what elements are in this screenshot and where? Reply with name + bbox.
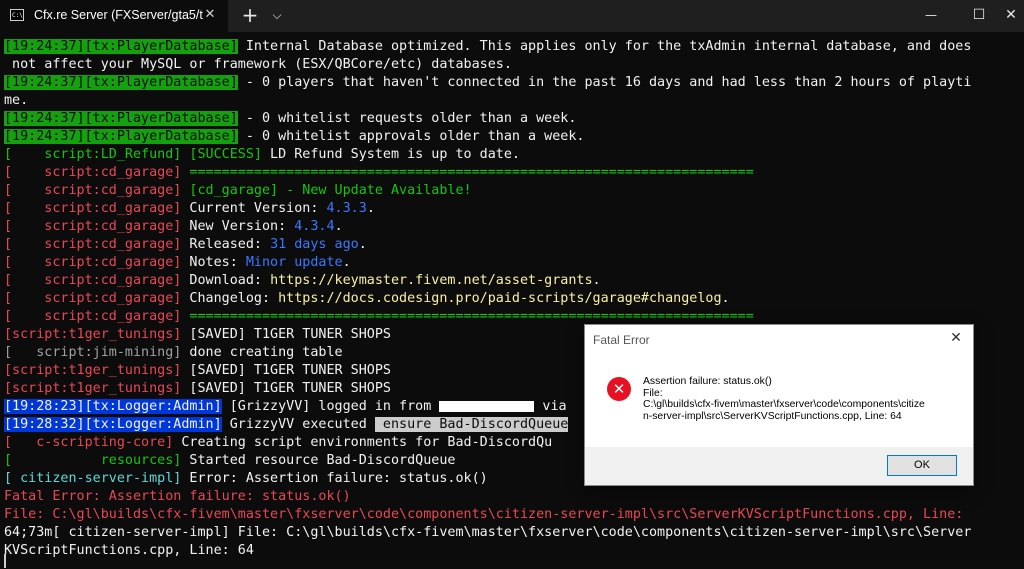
console-line: [ script:cd_garage] Changelog: https://d… [4, 291, 730, 306]
dialog-message-line: n-server-impl\src\ServerKVScriptFunction… [643, 410, 902, 422]
console-line: [ script:cd_garage] Notes: Minor update. [4, 255, 351, 270]
cmd-icon: C:\ [10, 9, 24, 21]
error-icon: ✕ [607, 377, 631, 401]
console-line: [19:28:32][tx:Logger:Admin] GrizzyVV exe… [4, 417, 569, 432]
dialog-message-line: File: [643, 387, 663, 399]
ok-button[interactable]: OK [887, 455, 957, 476]
console-line: [script:t1ger_tunings] [SAVED] T1GER TUN… [4, 381, 391, 396]
console-line: [script:t1ger_tunings] [SAVED] T1GER TUN… [4, 363, 391, 378]
console-line: not affect your MySQL or framework (ESX/… [4, 57, 512, 72]
terminal-tab[interactable]: C:\ Cfx.re Server (FXServer/gta5/t ✕ [0, 0, 228, 32]
console-line: [19:24:37][tx:PlayerDatabase] - 0 whitel… [4, 129, 585, 144]
minimize-button[interactable]: — [908, 0, 954, 32]
console-line: KVScriptFunctions.cpp, Line: 64 [4, 543, 254, 558]
console-line: [ script:jim-mining] done creating table [4, 345, 343, 360]
console-line: [ script:cd_garage] New Version: 4.3.4. [4, 219, 343, 234]
console-line: me. [4, 93, 29, 108]
console-line: [ script:cd_garage] Released: 31 days ag… [4, 237, 367, 252]
console-line: [19:24:37][tx:PlayerDatabase] Internal D… [4, 39, 972, 54]
title-bar: C:\ Cfx.re Server (FXServer/gta5/t ✕ + ⌵… [0, 0, 1024, 32]
console-line: [ script:cd_garage] [cd_garage] - New Up… [4, 183, 472, 198]
redacted-ip [439, 400, 535, 412]
console-output[interactable]: [19:24:37][tx:PlayerDatabase] Internal D… [0, 38, 1024, 569]
console-line: [ c-scripting-core] Creating script envi… [4, 435, 553, 450]
console-line: File: C:\gl\builds\cfx-fivem\master\fxse… [4, 507, 964, 522]
console-line: [ script:cd_garage] ====================… [4, 165, 754, 180]
maximize-button[interactable]: ☐ [956, 0, 1002, 32]
console-line: [19:28:23][tx:Logger:Admin] [GrizzyVV] l… [4, 399, 567, 414]
dialog-message-line: Assertion failure: status.ok() [643, 376, 772, 387]
dialog-footer: OK [585, 447, 973, 485]
window-close-button[interactable]: ✕ [998, 0, 1024, 32]
console-line: [ resources] Started resource Bad-Discor… [4, 453, 456, 468]
tab-close-icon[interactable]: ✕ [200, 5, 220, 25]
console-line: Fatal Error: Assertion failure: status.o… [4, 489, 351, 504]
text-cursor [4, 554, 6, 568]
console-line: [ script:LD_Refund] [SUCCESS] LD Refund … [4, 147, 520, 162]
dialog-message: Assertion failure: status.ok() File: C:\… [643, 376, 948, 422]
console-line: [ script:cd_garage] Current Version: 4.3… [4, 201, 375, 216]
tab-title: Cfx.re Server (FXServer/gta5/t [34, 8, 203, 22]
dialog-title: Fatal Error [593, 333, 650, 347]
tab-dropdown-icon[interactable]: ⌵ [264, 0, 290, 32]
fatal-error-dialog: Fatal Error ✕ ✕ Assertion failure: statu… [584, 324, 974, 486]
console-line: [19:24:37][tx:PlayerDatabase] - 0 player… [4, 75, 972, 90]
dialog-message-line: C:\gl\builds\cfx-fivem\master\fxserver\c… [643, 399, 925, 410]
console-line: 64;73m[ citizen-server-impl] File: C:\gl… [4, 525, 972, 540]
dialog-close-button[interactable]: ✕ [943, 327, 969, 349]
new-tab-button[interactable]: + [236, 0, 264, 32]
console-line: [ citizen-server-impl] Error: Assertion … [4, 471, 488, 486]
console-line: [19:24:37][tx:PlayerDatabase] - 0 whitel… [4, 111, 577, 126]
console-line: [ script:cd_garage] Download: https://ke… [4, 273, 601, 288]
console-line: [script:t1ger_tunings] [SAVED] T1GER TUN… [4, 327, 391, 342]
